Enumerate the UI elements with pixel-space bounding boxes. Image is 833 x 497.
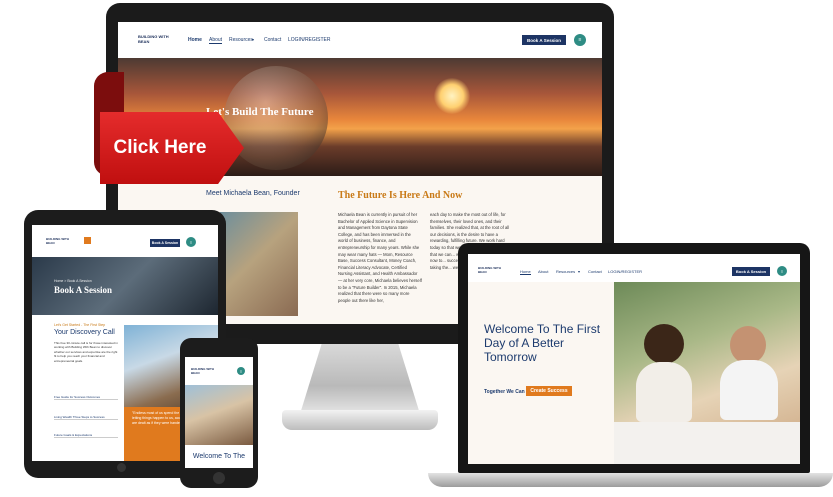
chevron-down-icon: ▾ xyxy=(252,37,255,42)
tablet-breadcrumb[interactable]: Home > Book A Session xyxy=(54,279,92,283)
laptop-logo[interactable]: BUILDING WITH BEAN xyxy=(478,266,510,274)
photo-person-right-shirt xyxy=(720,360,778,420)
laptop-screen: BUILDING WITH BEAN Home About Resources … xyxy=(468,254,800,464)
desktop-future-heading: The Future Is Here And Now xyxy=(338,190,463,201)
tablet-menu-icon[interactable]: ≡ xyxy=(186,237,196,247)
laptop-base xyxy=(428,473,833,487)
phone-screen: BUILDING WITH BEAN ≡ Welcome To The xyxy=(185,357,253,468)
laptop-nav-home[interactable]: Home xyxy=(520,269,531,275)
desktop-nav-login[interactable]: LOGIN/REGISTER xyxy=(288,37,331,43)
laptop-menu-icon[interactable]: ≡ xyxy=(777,266,787,276)
founder-portrait xyxy=(220,212,298,316)
phone-logo[interactable]: BUILDING WITH BEAN xyxy=(191,367,217,375)
desktop-nav-about[interactable]: About xyxy=(209,37,223,44)
laptop-book-button[interactable]: Book A Session xyxy=(732,267,770,276)
tablet-home-button xyxy=(117,463,126,472)
phone-menu-icon[interactable]: ≡ xyxy=(237,367,245,375)
laptop-nav-contact[interactable]: Contact xyxy=(588,269,602,274)
desktop-hero-title: Let's Build The Future xyxy=(206,106,314,118)
sunset-sun xyxy=(434,78,470,114)
laptop-nav-about[interactable]: About xyxy=(538,269,548,274)
phone-home-button xyxy=(213,472,225,484)
desktop-base xyxy=(282,410,438,430)
tablet-link-2[interactable]: Living Wealth Three Steps to Success xyxy=(54,415,118,420)
tablet-paragraph: This free 30-minute call is for those in… xyxy=(54,341,118,363)
phone-welcome: Welcome To The xyxy=(192,453,246,460)
click-here-label[interactable]: Click Here xyxy=(100,112,220,184)
tablet-link-1[interactable]: Free Guide for Success Outcomes xyxy=(54,395,118,400)
photo-person-left xyxy=(644,324,684,364)
desktop-book-button[interactable]: Book A Session xyxy=(522,35,566,45)
photo-person-right xyxy=(730,326,766,364)
tablet-eyebrow: Let's Get Started - The First Step xyxy=(54,323,106,327)
desktop-meet-founder: Meet Michaela Bean, Founder xyxy=(206,190,300,197)
laptop-nav-resources[interactable]: Resources xyxy=(556,269,575,274)
desktop-nav-resources[interactable]: Resources xyxy=(229,37,253,43)
tablet-book-button[interactable]: Book A Session xyxy=(150,239,180,247)
desktop-logo[interactable]: BUILDING WITH BEAN xyxy=(138,34,178,44)
chevron-down-icon: ▾ xyxy=(578,269,581,274)
tablet-logo[interactable]: BUILDING WITH BEAN xyxy=(46,237,76,245)
desktop-nav-contact[interactable]: Contact xyxy=(264,37,281,43)
tablet-page-title: Book A Session xyxy=(54,285,113,295)
laptop-nav-login[interactable]: LOGIN/REGISTER xyxy=(608,269,642,274)
tablet-badge-icon xyxy=(84,237,91,244)
desktop-stand xyxy=(300,344,420,414)
photo-table xyxy=(614,422,800,464)
crystal-ball-image xyxy=(224,66,328,170)
photo-person-left-shirt xyxy=(636,362,692,422)
desktop-nav: BUILDING WITH BEAN Home About Resources … xyxy=(118,22,602,58)
phone-hero-photo xyxy=(185,385,253,445)
tablet-heading: Your Discovery Call xyxy=(54,329,115,336)
laptop-create-success-button[interactable]: Create Success xyxy=(526,386,572,396)
tablet-link-3[interactable]: Future Goals & Expectations xyxy=(54,433,118,438)
laptop-together: Together We Can xyxy=(484,389,525,395)
desktop-body-col1: Michaela Bean is currently in pursuit of… xyxy=(338,212,422,303)
menu-icon[interactable]: ≡ xyxy=(574,34,586,46)
laptop-welcome-heading: Welcome To The First Day of A Better Tom… xyxy=(484,322,601,364)
desktop-nav-home[interactable]: Home xyxy=(188,37,202,43)
